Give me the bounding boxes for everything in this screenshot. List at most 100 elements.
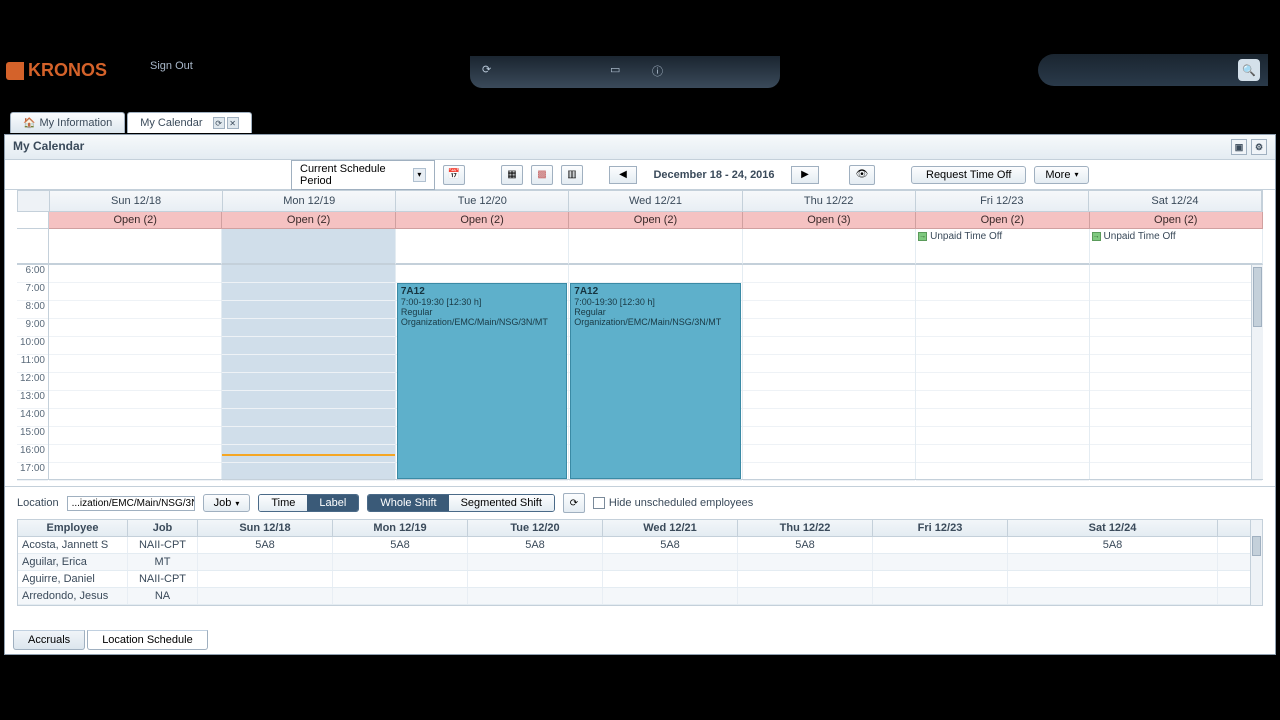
day-column[interactable] bbox=[49, 265, 222, 479]
shift-code: 7A12 bbox=[574, 286, 736, 297]
allday-cell[interactable] bbox=[396, 229, 569, 265]
request-time-off-button[interactable]: Request Time Off bbox=[911, 166, 1026, 184]
column-header[interactable]: Employee bbox=[18, 520, 128, 536]
column-header[interactable]: Wed 12/21 bbox=[603, 520, 738, 536]
hide-unscheduled-checkbox[interactable]: Hide unscheduled employees bbox=[593, 497, 753, 509]
shift-org: Organization/EMC/Main/NSG/3N/MT bbox=[401, 317, 563, 327]
table-row[interactable]: Aguilar, EricaMT bbox=[18, 554, 1262, 571]
unpaid-time-off-event[interactable]: →Unpaid Time Off bbox=[1092, 231, 1260, 242]
view-week-button[interactable]: ▥ bbox=[561, 165, 583, 185]
open-shift-cell[interactable]: Open (2) bbox=[222, 212, 395, 229]
location-schedule-tab[interactable]: Location Schedule bbox=[87, 630, 208, 650]
column-header[interactable]: Sun 12/18 bbox=[198, 520, 333, 536]
calendar-scrollbar[interactable] bbox=[1251, 265, 1263, 479]
search-pod: 🔍 bbox=[1038, 54, 1268, 86]
hide-unscheduled-label: Hide unscheduled employees bbox=[609, 497, 753, 509]
day-column[interactable] bbox=[1090, 265, 1263, 479]
accruals-tab[interactable]: Accruals bbox=[13, 630, 85, 650]
visibility-toggle-button[interactable]: 👁 bbox=[849, 165, 875, 185]
table-row[interactable]: Arredondo, JesusNA bbox=[18, 588, 1262, 605]
tab-my-calendar-label: My Calendar bbox=[140, 117, 202, 129]
more-menu-button[interactable]: More ▾ bbox=[1034, 166, 1089, 184]
location-dropdown[interactable]: ...ization/EMC/Main/NSG/3N ▾ bbox=[67, 496, 195, 511]
allday-cell[interactable] bbox=[49, 229, 222, 265]
allday-cell[interactable] bbox=[743, 229, 916, 265]
nav-next-button[interactable]: ▶ bbox=[791, 166, 819, 184]
schedule-cell bbox=[468, 588, 603, 604]
hour-label: 15:00 bbox=[17, 427, 48, 445]
shift-time: 7:00-19:30 [12:30 h] bbox=[401, 297, 563, 307]
tab-close-icon[interactable]: ✕ bbox=[227, 117, 239, 129]
column-header[interactable]: Job bbox=[128, 520, 198, 536]
column-header[interactable]: Fri 12/23 bbox=[873, 520, 1008, 536]
calendar-picker-button[interactable]: 📅 bbox=[443, 165, 465, 185]
view-day-button[interactable]: ▦ bbox=[501, 165, 523, 185]
employee-scrollbar[interactable] bbox=[1250, 520, 1262, 605]
refresh-icon[interactable]: ⟳ bbox=[482, 63, 500, 81]
refresh-schedule-button[interactable]: ⟳ bbox=[563, 493, 585, 513]
column-header[interactable]: Sat 12/24 bbox=[1008, 520, 1218, 536]
schedule-cell bbox=[873, 537, 1008, 553]
day-column[interactable] bbox=[222, 265, 395, 479]
scrollbar-thumb[interactable] bbox=[1252, 536, 1261, 556]
segmented-shift-toggle[interactable]: Segmented Shift bbox=[449, 495, 554, 511]
shift-block[interactable]: 7A12 7:00-19:30 [12:30 h] Regular Organi… bbox=[570, 283, 740, 479]
arrow-right-icon: → bbox=[1092, 232, 1101, 241]
job-filter-button[interactable]: Job ▾ bbox=[203, 494, 251, 512]
day-column[interactable]: 7A12 7:00-19:30 [12:30 h] Regular Organi… bbox=[396, 265, 569, 479]
column-header[interactable]: Thu 12/22 bbox=[738, 520, 873, 536]
home-icon: 🏠 bbox=[23, 118, 35, 129]
allday-cell[interactable] bbox=[569, 229, 742, 265]
open-shift-cell[interactable]: Open (2) bbox=[1090, 212, 1263, 229]
label-toggle[interactable]: Label bbox=[307, 495, 358, 511]
shift-view-toggle[interactable]: Whole Shift Segmented Shift bbox=[367, 494, 555, 512]
gear-icon[interactable]: ⚙ bbox=[1251, 139, 1267, 155]
unpaid-time-off-event[interactable]: →Unpaid Time Off bbox=[918, 231, 1086, 242]
logo-icon bbox=[6, 62, 24, 80]
schedule-cell bbox=[333, 554, 468, 570]
card-icon[interactable]: ▭ bbox=[610, 63, 628, 81]
hour-label: 12:00 bbox=[17, 373, 48, 391]
time-label-toggle[interactable]: Time Label bbox=[258, 494, 359, 512]
tab-my-information[interactable]: 🏠 My Information bbox=[10, 112, 125, 133]
hour-label: 13:00 bbox=[17, 391, 48, 409]
schedule-period-dropdown[interactable]: Current Schedule Period ▾ bbox=[291, 160, 435, 190]
time-toggle[interactable]: Time bbox=[259, 495, 307, 511]
brand-name: KRONOS bbox=[28, 60, 107, 81]
employee-job: NAII-CPT bbox=[128, 537, 198, 553]
open-shift-cell[interactable]: Open (2) bbox=[49, 212, 222, 229]
open-shift-cell[interactable]: Open (2) bbox=[569, 212, 742, 229]
table-row[interactable]: Acosta, Jannett SNAII-CPT5A85A85A85A85A8… bbox=[18, 537, 1262, 554]
day-column[interactable] bbox=[743, 265, 916, 479]
view-gantt-button[interactable]: ▩ bbox=[531, 165, 553, 185]
schedule-cell bbox=[198, 571, 333, 587]
column-header[interactable]: Mon 12/19 bbox=[333, 520, 468, 536]
allday-cell[interactable]: →Unpaid Time Off bbox=[916, 229, 1089, 265]
day-header: Thu 12/22 bbox=[743, 191, 916, 211]
schedule-cell bbox=[603, 571, 738, 587]
open-shift-cell[interactable]: Open (2) bbox=[916, 212, 1089, 229]
shift-block[interactable]: 7A12 7:00-19:30 [12:30 h] Regular Organi… bbox=[397, 283, 567, 479]
sign-out-link[interactable]: Sign Out bbox=[150, 60, 193, 72]
day-column[interactable] bbox=[916, 265, 1089, 479]
open-shift-cell[interactable]: Open (2) bbox=[396, 212, 569, 229]
allday-cell[interactable]: →Unpaid Time Off bbox=[1090, 229, 1263, 265]
search-button[interactable]: 🔍 bbox=[1238, 59, 1260, 81]
info-icon[interactable]: ⓘ bbox=[652, 63, 670, 81]
tab-refresh-icon[interactable]: ⟳ bbox=[213, 117, 225, 129]
hour-label: 16:00 bbox=[17, 445, 48, 463]
location-label: Location bbox=[17, 497, 59, 509]
schedule-cell: 5A8 bbox=[1008, 537, 1218, 553]
tab-my-calendar[interactable]: My Calendar ⟳ ✕ bbox=[127, 112, 251, 133]
column-header[interactable]: Tue 12/20 bbox=[468, 520, 603, 536]
maximize-icon[interactable]: ▣ bbox=[1231, 139, 1247, 155]
day-column[interactable]: 7A12 7:00-19:30 [12:30 h] Regular Organi… bbox=[569, 265, 742, 479]
open-shift-cell[interactable]: Open (3) bbox=[743, 212, 916, 229]
whole-shift-toggle[interactable]: Whole Shift bbox=[368, 495, 448, 511]
center-toolbar: ⟳ ▭ ⓘ bbox=[470, 56, 780, 88]
chevron-down-icon: ▾ bbox=[413, 168, 426, 182]
allday-cell[interactable] bbox=[222, 229, 395, 265]
table-row[interactable]: Aguirre, DanielNAII-CPT bbox=[18, 571, 1262, 588]
nav-prev-button[interactable]: ◀ bbox=[609, 166, 637, 184]
scrollbar-thumb[interactable] bbox=[1253, 267, 1262, 327]
